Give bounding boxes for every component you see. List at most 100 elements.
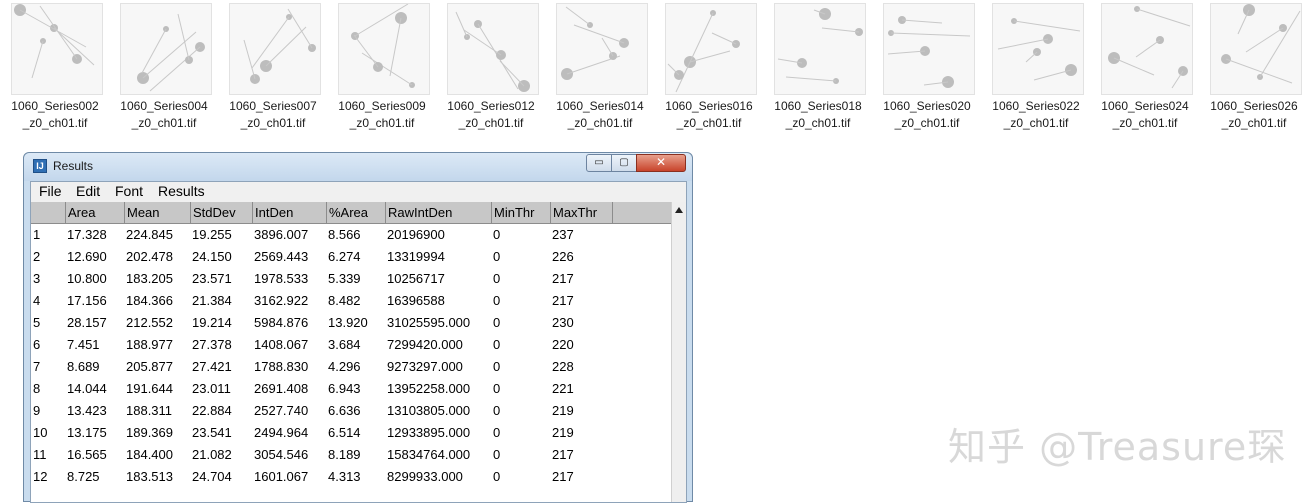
- table-row[interactable]: 4 17.156 184.366 21.384 3162.922 8.482 1639658…: [31, 290, 671, 312]
- table-cell: 0: [493, 447, 501, 462]
- thumbnail[interactable]: 1060_Series016 _z0_ch01.tif: [654, 3, 764, 133]
- table-cell: 21.082: [192, 447, 232, 462]
- thumbnail-suffix: _z0_ch01.tif: [240, 116, 306, 130]
- table-cell: 6.514: [328, 425, 361, 440]
- cell-image-thumbnail[interactable]: [1210, 3, 1302, 95]
- row-number: 9: [33, 403, 41, 418]
- table-cell: 0: [493, 425, 501, 440]
- cell-image-thumbnail[interactable]: [883, 3, 975, 95]
- table-cell: 1601.067: [254, 469, 309, 484]
- title-bar[interactable]: IJ Results ▭ ▢ ✕: [24, 153, 692, 181]
- table-cell: 9273297.000: [387, 359, 463, 374]
- table-cell: 6.274: [328, 249, 361, 264]
- column-header[interactable]: RawIntDen: [385, 202, 491, 223]
- cell-image-thumbnail[interactable]: [992, 3, 1084, 95]
- thumbnail[interactable]: 1060_Series002 _z0_ch01.tif: [0, 3, 110, 133]
- table-cell: 219: [552, 403, 574, 418]
- table-cell: 212.552: [126, 315, 173, 330]
- table-row[interactable]: 7 8.689 205.877 27.421 1788.830 4.296 9273297.…: [31, 356, 671, 378]
- thumbnail-name: 1060_Series018: [774, 99, 862, 113]
- row-number: 4: [33, 293, 41, 308]
- table-cell: 188.311: [126, 403, 173, 418]
- cell-image-thumbnail[interactable]: [11, 3, 103, 95]
- table-row[interactable]: 1 17.328 224.845 19.255 3896.007 8.566 2019690…: [31, 224, 671, 246]
- table-row[interactable]: 12 8.725 183.513 24.704 1601.067 4.313 8299933…: [31, 466, 671, 488]
- table-row[interactable]: 9 13.423 188.311 22.884 2527.740 6.636 1310380…: [31, 400, 671, 422]
- table-cell: 188.977: [126, 337, 173, 352]
- cell-image-thumbnail[interactable]: [556, 3, 648, 95]
- vertical-scrollbar[interactable]: [671, 202, 686, 502]
- table-cell: 0: [493, 337, 501, 352]
- thumbnail[interactable]: 1060_Series012 _z0_ch01.tif: [436, 3, 546, 133]
- thumbnail[interactable]: 1060_Series004 _z0_ch01.tif: [109, 3, 219, 133]
- column-header[interactable]: %Area: [326, 202, 385, 223]
- cell-image-thumbnail[interactable]: [338, 3, 430, 95]
- thumbnail[interactable]: 1060_Series024 _z0_ch01.tif: [1090, 3, 1200, 133]
- table-row[interactable]: 10 13.175 189.369 23.541 2494.964 6.514 129338…: [31, 422, 671, 444]
- thumbnail[interactable]: 1060_Series018 _z0_ch01.tif: [763, 3, 873, 133]
- table-cell: 217: [552, 293, 574, 308]
- column-header[interactable]: MaxThr: [550, 202, 612, 223]
- table-cell: 4.313: [328, 469, 361, 484]
- table-cell: 13319994: [387, 249, 445, 264]
- table-cell: 7.451: [67, 337, 100, 352]
- cell-image-thumbnail[interactable]: [774, 3, 866, 95]
- table-row[interactable]: 2 12.690 202.478 24.150 2569.443 6.274 1331999…: [31, 246, 671, 268]
- window-title: Results: [53, 159, 94, 173]
- column-header[interactable]: [31, 202, 65, 223]
- cell-image-thumbnail[interactable]: [229, 3, 321, 95]
- column-header[interactable]: Area: [65, 202, 124, 223]
- thumbnail[interactable]: 1060_Series020 _z0_ch01.tif: [872, 3, 982, 133]
- table-cell: 8.482: [328, 293, 361, 308]
- table-cell: 7299420.000: [387, 337, 463, 352]
- table-cell: 1408.067: [254, 337, 309, 352]
- thumbnail[interactable]: 1060_Series014 _z0_ch01.tif: [545, 3, 655, 133]
- menu-edit[interactable]: Edit: [76, 183, 100, 199]
- column-header[interactable]: Mean: [124, 202, 190, 223]
- thumbnail-caption: 1060_Series020 _z0_ch01.tif: [872, 98, 982, 132]
- thumbnail-caption: 1060_Series024 _z0_ch01.tif: [1090, 98, 1200, 132]
- menu-file[interactable]: File: [39, 183, 62, 199]
- table-cell: 0: [493, 469, 501, 484]
- thumbnail[interactable]: 1060_Series026 _z0_ch01.tif: [1199, 3, 1307, 133]
- table-cell: 8.725: [67, 469, 100, 484]
- thumbnail-caption: 1060_Series016 _z0_ch01.tif: [654, 98, 764, 132]
- table-cell: 0: [493, 315, 501, 330]
- thumbnail-suffix: _z0_ch01.tif: [894, 116, 960, 130]
- table-row[interactable]: 5 28.157 212.552 19.214 5984.876 13.920 310255…: [31, 312, 671, 334]
- menu-results[interactable]: Results: [158, 183, 205, 199]
- scroll-up-icon[interactable]: [675, 207, 683, 213]
- table-row[interactable]: 8 14.044 191.644 23.011 2691.408 6.943 1395225…: [31, 378, 671, 400]
- minimize-button[interactable]: ▭: [586, 154, 612, 172]
- thumbnail[interactable]: 1060_Series007 _z0_ch01.tif: [218, 3, 328, 133]
- table-row[interactable]: 6 7.451 188.977 27.378 1408.067 3.684 7299420.…: [31, 334, 671, 356]
- close-button[interactable]: ✕: [636, 154, 686, 172]
- table-cell: 13952258.000: [387, 381, 471, 396]
- imagej-icon: IJ: [33, 159, 47, 173]
- table-cell: 202.478: [126, 249, 173, 264]
- thumbnail-name: 1060_Series012: [447, 99, 535, 113]
- table-cell: 217: [552, 447, 574, 462]
- thumbnail-caption: 1060_Series004 _z0_ch01.tif: [109, 98, 219, 132]
- thumbnail[interactable]: 1060_Series009 _z0_ch01.tif: [327, 3, 437, 133]
- table-row[interactable]: 3 10.800 183.205 23.571 1978.533 5.339 1025671…: [31, 268, 671, 290]
- thumbnail-suffix: _z0_ch01.tif: [1112, 116, 1178, 130]
- row-number: 2: [33, 249, 41, 264]
- cell-image-thumbnail[interactable]: [447, 3, 539, 95]
- maximize-button[interactable]: ▢: [611, 154, 637, 172]
- thumbnail[interactable]: 1060_Series022 _z0_ch01.tif: [981, 3, 1091, 133]
- thumbnail-suffix: _z0_ch01.tif: [676, 116, 742, 130]
- column-header[interactable]: IntDen: [252, 202, 326, 223]
- cell-image-thumbnail[interactable]: [1101, 3, 1193, 95]
- cell-image-thumbnail[interactable]: [120, 3, 212, 95]
- menu-font[interactable]: Font: [115, 183, 143, 199]
- table-cell: 0: [493, 249, 501, 264]
- cell-image-thumbnail[interactable]: [665, 3, 757, 95]
- column-header[interactable]: MinThr: [491, 202, 550, 223]
- column-header[interactable]: StdDev: [190, 202, 252, 223]
- thumbnail-caption: 1060_Series026 _z0_ch01.tif: [1199, 98, 1307, 132]
- table-row[interactable]: 11 16.565 184.400 21.082 3054.546 8.189 158347…: [31, 444, 671, 466]
- table-cell: 16.565: [67, 447, 107, 462]
- table-cell: 24.704: [192, 469, 232, 484]
- results-window: IJ Results ▭ ▢ ✕ File Edit Font Results …: [23, 152, 693, 503]
